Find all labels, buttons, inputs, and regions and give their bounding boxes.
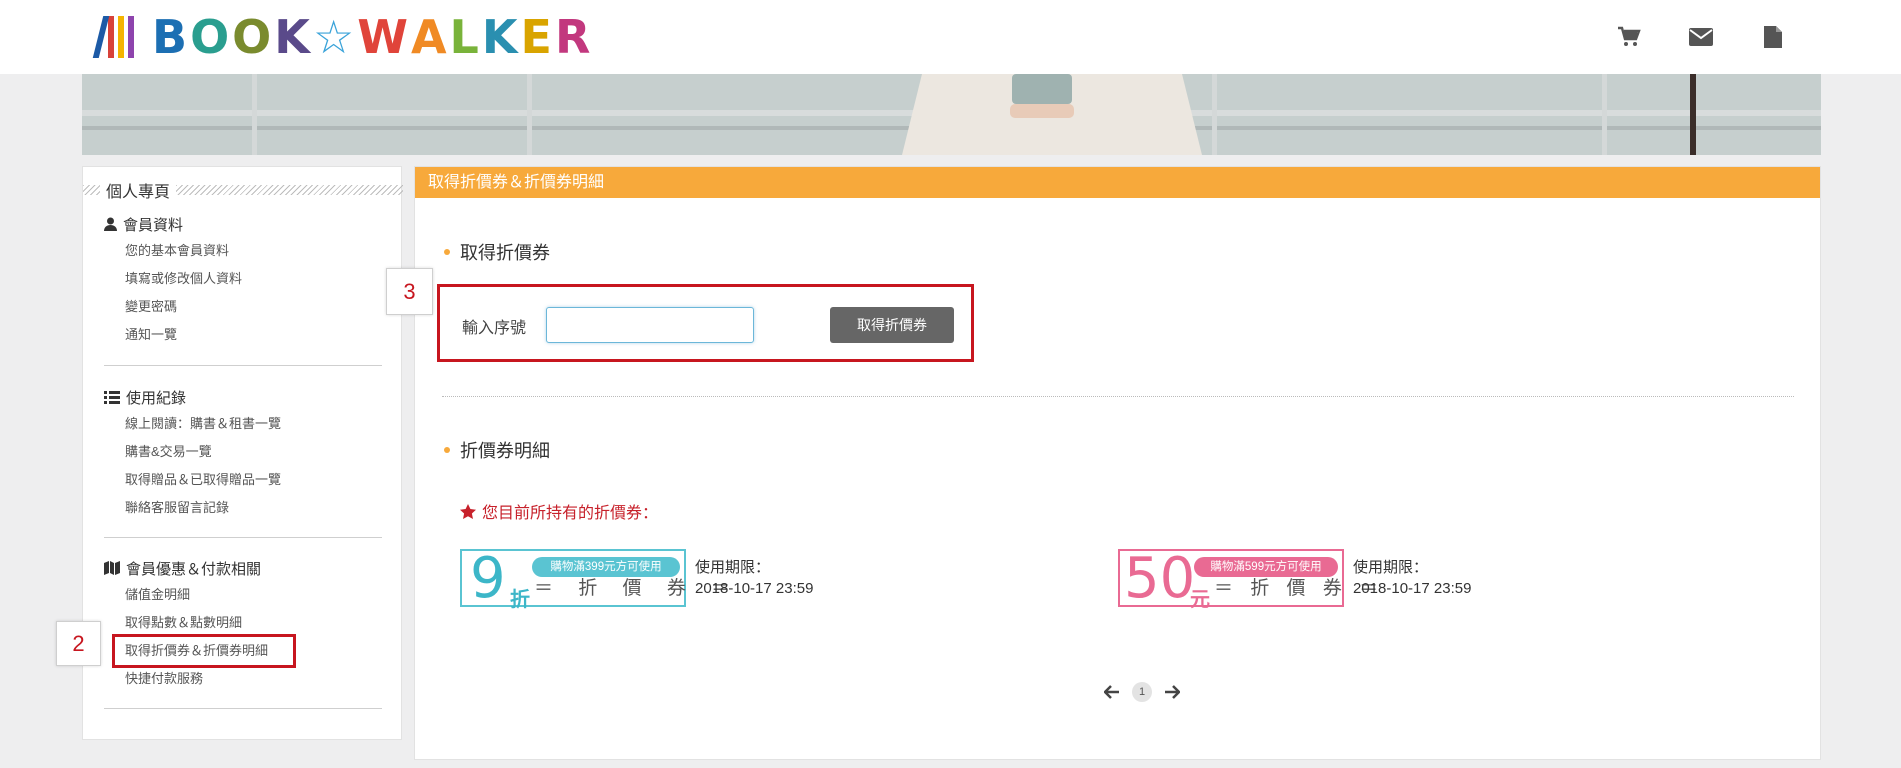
logo-wordmark: B O O K ☆ W A L K E R [152,10,594,64]
sidebar-item-quick-payment[interactable]: 快捷付款服務 [125,665,384,693]
sidebar-group-member: 會員資料 您的基本會員資料 填寫或修改個人資料 變更密碼 通知一覽 [104,214,384,349]
group-label: 會員資料 [123,216,184,234]
sidebar-item-online-reading[interactable]: 線上閱讀：購書＆租書一覽 [125,410,384,438]
logo-stripes [92,16,134,58]
bullet-dot [444,447,450,453]
star-icon [460,503,476,519]
bullet-dot [444,249,450,255]
coupon-amount: 50 [1124,546,1196,611]
group-label: 使用紀錄 [126,389,187,407]
annotation-box-2 [112,634,296,668]
map-icon [104,561,120,575]
sidebar-item-gifts[interactable]: 取得贈品＆已取得贈品一覽 [125,466,384,494]
sidebar-item-edit-profile[interactable]: 填寫或修改個人資料 [125,265,384,293]
coupon-expiry: 使用期限： 2018-10-17 23:59 [695,559,814,597]
sidebar-divider [104,365,382,366]
sidebar-item-stored-value[interactable]: 儲值金明細 [125,581,384,609]
cart-icon[interactable] [1616,24,1642,50]
user-icon [104,217,117,231]
coupon-unit: 元 [1190,589,1210,611]
page-title: 取得折價券＆折價券明細 [415,167,1820,198]
coupon-unit: 折 [510,589,530,611]
annotation-number-2: 2 [56,621,101,666]
bookwalker-logo[interactable]: B O O K ☆ W A L K E R [92,10,594,64]
sidebar-divider [104,537,382,538]
coupon-expiry: 使用期限： 2018-10-17 23:59 [1353,559,1472,597]
sidebar-group-benefits: 會員優惠＆付款相關 儲值金明細 取得點數＆點數明細 取得折價券＆折價券明細 快捷… [104,558,384,693]
main-panel: 取得折價券＆折價券明細 取得折價券 輸入序號 取得折價券 折價券明細 您目前所持… [414,166,1821,760]
coupon-card: 9 折 購物滿399元方可使用 ＝ 折 價 券 ＝ [460,546,730,611]
top-header: B O O K ☆ W A L K E R [0,0,1901,74]
mail-icon[interactable] [1688,24,1714,50]
sidebar-group-history: 使用紀錄 線上閱讀：購書＆租書一覽 購書&交易一覽 取得贈品＆已取得贈品一覽 聯… [104,387,384,522]
sidebar-divider [104,708,382,709]
page-number[interactable]: 1 [1132,682,1152,702]
coupon-detail-heading: 折價券明細 [444,437,550,463]
get-coupon-heading: 取得折價券 [444,239,550,265]
sidebar-item-points[interactable]: 取得點數＆點數明細 [125,609,384,637]
sidebar-item-support-records[interactable]: 聯絡客服留言記錄 [125,494,384,522]
sidebar-item-notifications[interactable]: 通知一覽 [125,321,384,349]
sidebar-item-change-password[interactable]: 變更密碼 [125,293,384,321]
section-separator [442,396,1794,397]
sidebar-item-basic-info[interactable]: 您的基本會員資料 [125,237,384,265]
pagination: 1 [1102,682,1182,702]
sidebar-item-purchases[interactable]: 購書&交易一覽 [125,438,384,466]
group-label: 會員優惠＆付款相關 [126,560,262,578]
list-icon [104,390,120,404]
next-page-icon[interactable] [1162,682,1182,702]
owned-coupons-label: 您目前所持有的折價券： [460,499,658,523]
hero-banner [82,74,1821,155]
document-icon[interactable] [1760,24,1786,50]
prev-page-icon[interactable] [1102,682,1122,702]
coupon-card: 50 元 購物滿599元方可使用 ＝ 折 價 券 ＝ [1118,546,1378,611]
annotation-number-3: 3 [386,268,433,315]
banner-image [82,74,1821,155]
coupon-amount: 9 [470,546,506,611]
sidebar-title: 個人專頁 [83,179,403,201]
annotation-box-3 [437,284,974,362]
